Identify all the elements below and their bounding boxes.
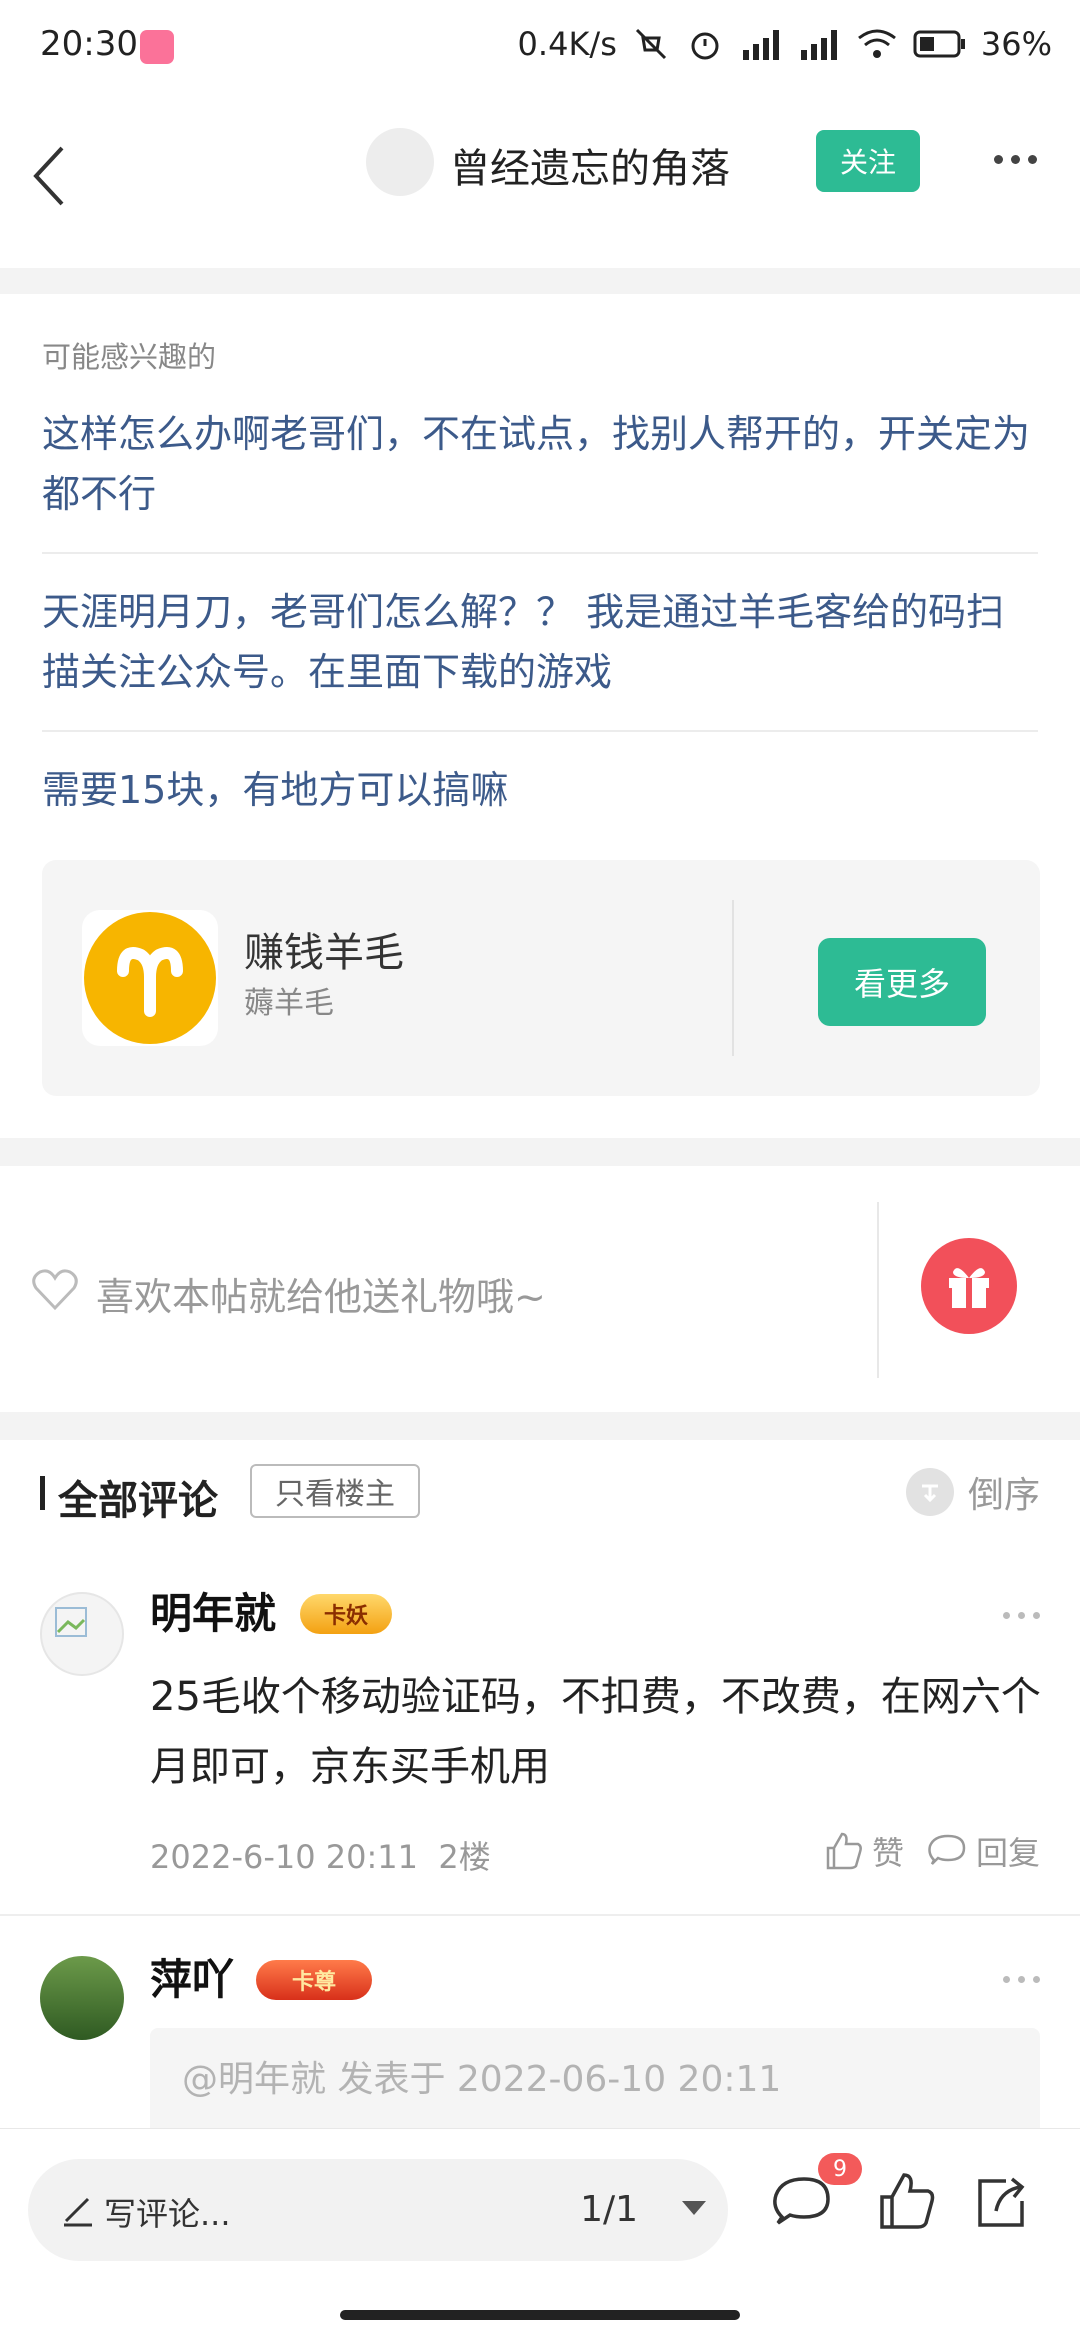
share-icon[interactable] <box>966 2167 1036 2237</box>
reply-label: 回复 <box>975 1834 1040 1872</box>
title-accent-bar <box>40 1476 45 1510</box>
level-badge: 卡妖 <box>300 1594 392 1634</box>
comment-floor: 2楼 <box>438 1838 491 1876</box>
level-badge: 卡尊 <box>256 1960 372 2000</box>
net-speed: 0.4K/s <box>517 25 617 63</box>
gift-prompt: 喜欢本帖就给他送礼物哦~ <box>96 1275 546 1319</box>
broken-image-icon <box>55 1607 87 1637</box>
reply-action[interactable]: 回复 <box>926 1828 1040 1874</box>
thumbs-up-icon[interactable] <box>872 2167 942 2237</box>
comment-item: 萍吖 卡尊 @明年就 发表于 2022-06-10 20:11 <box>0 1916 1080 2148</box>
commenter-name[interactable]: 萍吖 <box>150 1946 234 2007</box>
gift-section: 喜欢本帖就给他送礼物哦~ <box>0 1166 1080 1412</box>
heart-icon <box>32 1269 78 1311</box>
thumbs-up-icon <box>826 1832 862 1870</box>
alarm-icon <box>691 32 719 60</box>
pen-icon <box>64 2197 92 2227</box>
quote-header: @明年就 发表于 2022-06-10 20:11 <box>182 2059 782 2100</box>
see-more-button[interactable]: 看更多 <box>818 938 986 1026</box>
reply-bubble-icon <box>928 1834 966 1865</box>
avatar[interactable] <box>40 1956 124 2040</box>
status-icons: 0.4K/s 36% <box>518 24 1052 64</box>
comments-title: 全部评论 <box>58 1478 218 1524</box>
comment-text: 25毛收个移动验证码，不扣费，不改费，在网六个月即可，京东买手机用 <box>150 1674 1041 1790</box>
comment-more-icon[interactable] <box>1003 1976 1040 1983</box>
sort-label: 倒序 <box>967 1475 1040 1516</box>
battery-icon <box>913 30 965 58</box>
recommended-post[interactable]: 这样怎么办啊老哥们，不在试点，找别人帮开的，开关定为都不行 <box>42 404 1038 524</box>
home-indicator[interactable] <box>340 2310 740 2320</box>
status-time: 20:30 <box>40 24 138 64</box>
comment-more-icon[interactable] <box>1003 1612 1040 1619</box>
comment-item: 明年就 卡妖 25毛收个移动验证码，不扣费，不改费，在网六个月即可，京东买手机用… <box>0 1560 1080 1916</box>
author-only-filter[interactable]: 只看楼主 <box>250 1464 420 1518</box>
gift-button[interactable] <box>921 1238 1017 1334</box>
bottom-bar: 写评论... 1/1 9 <box>0 2128 1080 2340</box>
section-divider <box>0 268 1080 294</box>
like-action[interactable]: 赞 <box>822 1828 904 1874</box>
recommended-post[interactable]: 需要15块，有地方可以搞嘛 <box>42 760 1038 820</box>
author-name[interactable]: 曾经遗忘的角落 <box>450 136 730 194</box>
comment-timestamp: 2022-6-10 20:11 <box>150 1838 418 1876</box>
chevron-down-icon[interactable] <box>682 2201 706 2215</box>
post-header: 曾经遗忘的角落 关注 <box>0 96 1080 268</box>
bilibili-app-icon <box>140 30 174 64</box>
more-options-icon[interactable] <box>980 136 1050 182</box>
commenter-name[interactable]: 明年就 <box>150 1580 276 1641</box>
avatar[interactable] <box>40 1592 124 1676</box>
signal-icon <box>800 30 837 60</box>
comment-actions: 赞 回复 <box>822 1828 1040 1874</box>
write-comment-input[interactable]: 写评论... 1/1 <box>28 2159 728 2261</box>
item-divider <box>42 552 1038 554</box>
game-card[interactable]: 赚钱羊毛 薅羊毛 看更多 <box>42 860 1040 1096</box>
hd-signal-icon <box>742 30 779 60</box>
comment-count-badge: 9 <box>818 2153 862 2185</box>
comments-header: 全部评论 只看楼主 倒序 <box>0 1440 1080 1560</box>
sort-icon <box>905 1468 954 1516</box>
gift-divider <box>877 1202 879 1378</box>
gift-icon <box>949 1268 989 1308</box>
back-arrow-icon[interactable] <box>24 136 84 216</box>
write-placeholder: 写评论... <box>104 2195 231 2233</box>
recommended-label: 可能感兴趣的 <box>42 340 217 374</box>
ram-icon <box>82 910 218 1046</box>
card-divider <box>732 900 734 1056</box>
battery-level: 36% <box>980 25 1052 63</box>
game-name: 赚钱羊毛 <box>244 930 404 976</box>
section-divider <box>0 1138 1080 1166</box>
status-bar: 20:30 0.4K/s 36% <box>0 0 1080 96</box>
page-indicator[interactable]: 1/1 <box>580 2189 638 2230</box>
author-avatar[interactable] <box>366 128 434 196</box>
mute-icon <box>635 28 666 60</box>
follow-button[interactable]: 关注 <box>816 130 920 192</box>
recommended-section: 可能感兴趣的 这样怎么办啊老哥们，不在试点，找别人帮开的，开关定为都不行 天涯明… <box>0 294 1080 1138</box>
section-divider <box>0 1412 1080 1440</box>
wifi-icon <box>857 29 896 58</box>
comment-date: 2022-6-10 20:11 2楼 <box>150 1832 491 1878</box>
item-divider <box>42 730 1038 732</box>
game-subtitle: 薅羊毛 <box>244 986 334 1021</box>
sort-toggle[interactable]: 倒序 <box>905 1466 1040 1518</box>
like-label: 赞 <box>871 1834 904 1872</box>
recommended-post[interactable]: 天涯明月刀，老哥们怎么解？？ 我是通过羊毛客给的码扫描关注公众号。在里面下载的游… <box>42 582 1038 702</box>
